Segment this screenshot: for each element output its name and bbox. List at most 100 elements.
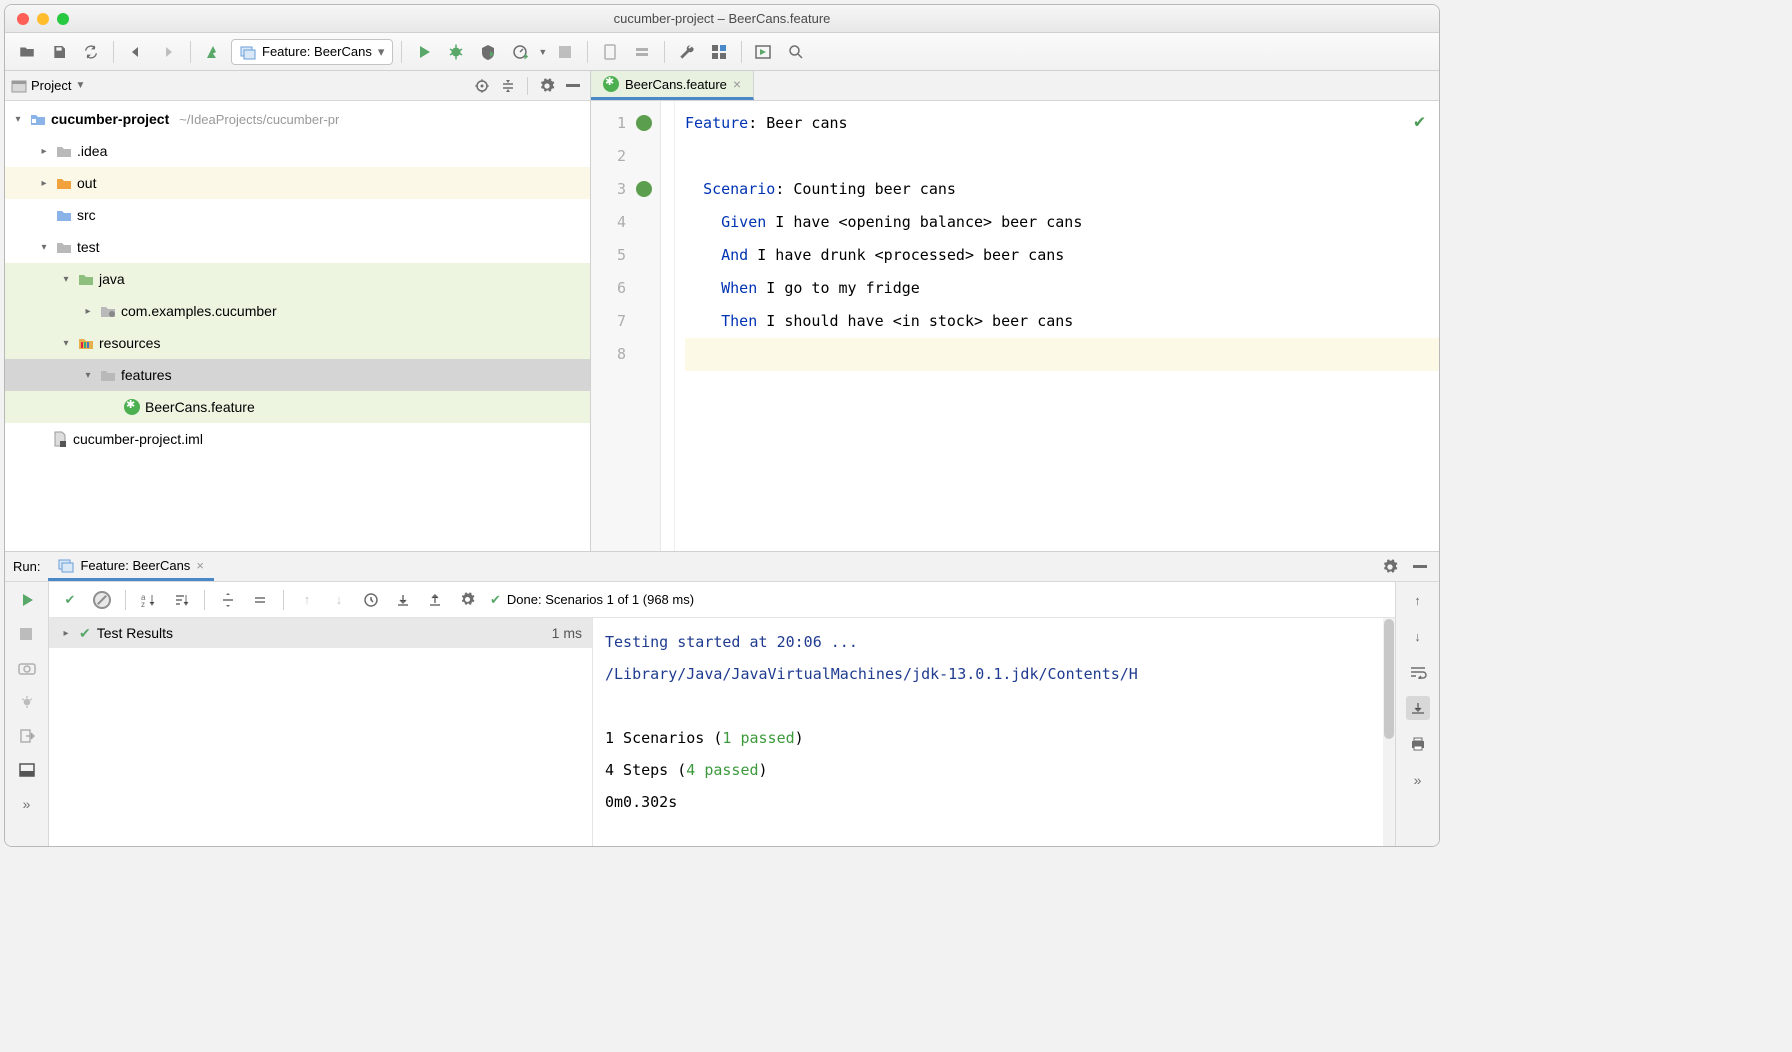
tree-item-file[interactable]: cucumber-project.iml	[5, 423, 590, 455]
stop-icon[interactable]	[551, 38, 579, 66]
coverage-icon[interactable]	[474, 38, 502, 66]
tree-item[interactable]: ▾resources	[5, 327, 590, 359]
tree-item[interactable]: ▸com.examples.cucumber	[5, 295, 590, 327]
run-header: Run: Feature: BeerCans ×	[5, 552, 1439, 582]
tree-item[interactable]: ▾test	[5, 231, 590, 263]
collapse-all-icon[interactable]	[497, 75, 519, 97]
device-icon[interactable]	[596, 38, 624, 66]
main-toolbar: Feature: BeerCans ▾ ▼	[5, 33, 1439, 71]
gear-icon[interactable]	[536, 75, 558, 97]
run-right-toolbar: ↑ ↓ »	[1395, 582, 1439, 846]
run-config-selector[interactable]: Feature: BeerCans ▾	[231, 39, 393, 65]
layout-icon[interactable]	[15, 758, 39, 782]
tree-item[interactable]: ▸out	[5, 167, 590, 199]
sort-duration-icon[interactable]	[168, 587, 194, 613]
tree-item-file[interactable]: BeerCans.feature	[5, 391, 590, 423]
close-tab-icon[interactable]: ×	[733, 76, 741, 92]
down-icon[interactable]: ↓	[1406, 624, 1430, 648]
back-icon[interactable]	[122, 38, 150, 66]
sync-icon[interactable]	[77, 38, 105, 66]
zoom-window[interactable]	[57, 13, 69, 25]
close-window[interactable]	[17, 13, 29, 25]
debug-icon[interactable]	[442, 38, 470, 66]
save-icon[interactable]	[45, 38, 73, 66]
settings-wrench-icon[interactable]	[673, 38, 701, 66]
tree-item-selected[interactable]: ▾features	[5, 359, 590, 391]
run-config-label: Feature: BeerCans	[262, 44, 372, 59]
test-tree[interactable]: ▸ ✔ Test Results 1 ms	[49, 618, 593, 846]
show-ignored-icon[interactable]	[89, 587, 115, 613]
gutter[interactable]: 1 2 3 4 5 6 7 8	[591, 101, 661, 551]
hide-icon[interactable]	[562, 75, 584, 97]
inspection-ok-icon[interactable]: ✔	[1414, 111, 1425, 132]
scroll-to-end-icon[interactable]	[1406, 696, 1430, 720]
code-area[interactable]: Feature: Beer cans Scenario: Counting be…	[675, 101, 1439, 551]
ide-window: cucumber-project – BeerCans.feature Feat…	[4, 4, 1440, 847]
stop-icon[interactable]	[15, 622, 39, 646]
editor-tab[interactable]: BeerCans.feature ×	[591, 71, 754, 100]
tree-item[interactable]: ▸.idea	[5, 135, 590, 167]
open-icon[interactable]	[13, 38, 41, 66]
window-title: cucumber-project – BeerCans.feature	[5, 11, 1439, 26]
collapse-all-icon[interactable]	[247, 587, 273, 613]
window-controls	[17, 13, 69, 25]
locate-icon[interactable]	[471, 75, 493, 97]
editor-body[interactable]: 1 2 3 4 5 6 7 8 Feature: Beer cans Scena…	[591, 101, 1439, 551]
run-status: ✔ Done: Scenarios 1 of 1 (968 ms)	[490, 592, 694, 608]
up-icon[interactable]: ↑	[1406, 588, 1430, 612]
tree-item[interactable]: ▾java	[5, 263, 590, 295]
minimize-window[interactable]	[37, 13, 49, 25]
export-icon[interactable]	[422, 587, 448, 613]
profile-icon[interactable]	[506, 38, 534, 66]
fold-bar[interactable]	[661, 101, 675, 551]
build-icon[interactable]	[199, 38, 227, 66]
chevron-down-icon[interactable]: ▼	[538, 47, 547, 57]
run-tool-window: Run: Feature: BeerCans × »	[5, 551, 1439, 846]
gear-icon[interactable]	[1379, 556, 1401, 578]
show-passed-icon[interactable]: ✔	[57, 587, 83, 613]
rerun-icon[interactable]	[15, 588, 39, 612]
camera-icon[interactable]	[15, 656, 39, 680]
print-icon[interactable]	[1406, 732, 1430, 756]
dump-icon[interactable]	[15, 690, 39, 714]
attach-icon[interactable]	[750, 38, 778, 66]
tree-root[interactable]: ▾ cucumber-project ~/IdeaProjects/cucumb…	[5, 103, 590, 135]
chevron-down-icon[interactable]: ▼	[75, 80, 85, 91]
cucumber-icon	[603, 76, 619, 92]
project-panel-title: Project	[31, 78, 71, 93]
soft-wrap-icon[interactable]	[1406, 660, 1430, 684]
project-tree[interactable]: ▾ cucumber-project ~/IdeaProjects/cucumb…	[5, 101, 590, 551]
editor: BeerCans.feature × 1 2 3 4 5 6 7 8 Featu…	[591, 71, 1439, 551]
console-output[interactable]: Testing started at 20:06 ... /Library/Ja…	[593, 618, 1395, 846]
editor-tab-bar: BeerCans.feature ×	[591, 71, 1439, 101]
gear-icon[interactable]	[454, 587, 480, 613]
history-icon[interactable]	[358, 587, 384, 613]
expand-all-icon[interactable]	[215, 587, 241, 613]
test-root-row[interactable]: ▸ ✔ Test Results 1 ms	[49, 618, 592, 648]
search-icon[interactable]	[782, 38, 810, 66]
sdk-icon[interactable]	[628, 38, 656, 66]
hide-icon[interactable]	[1409, 556, 1431, 578]
project-panel-header: Project ▼	[5, 71, 590, 101]
forward-icon[interactable]	[154, 38, 182, 66]
more-icon[interactable]: »	[15, 792, 39, 816]
run-left-toolbar: »	[5, 582, 49, 846]
sort-alpha-icon[interactable]: az	[136, 587, 162, 613]
import-icon[interactable]	[390, 587, 416, 613]
chevron-down-icon: ▾	[378, 44, 385, 60]
cucumber-icon	[124, 399, 140, 415]
test-toolbar: ✔ az ↑ ↓ ✔ Don	[49, 582, 1395, 618]
next-fail-icon[interactable]: ↓	[326, 587, 352, 613]
more-icon[interactable]: »	[1406, 768, 1430, 792]
run-tab[interactable]: Feature: BeerCans ×	[48, 552, 213, 581]
close-icon[interactable]: ×	[196, 558, 204, 573]
structure-icon[interactable]	[705, 38, 733, 66]
tree-item[interactable]: ▸src	[5, 199, 590, 231]
prev-fail-icon[interactable]: ↑	[294, 587, 320, 613]
svg-text:z: z	[141, 600, 145, 608]
scrollbar[interactable]	[1383, 618, 1395, 846]
editor-tab-label: BeerCans.feature	[625, 77, 727, 92]
run-icon[interactable]	[410, 38, 438, 66]
exit-icon[interactable]	[15, 724, 39, 748]
project-tool-window: Project ▼ ▾ cucumber-project ~/IdeaProje…	[5, 71, 591, 551]
